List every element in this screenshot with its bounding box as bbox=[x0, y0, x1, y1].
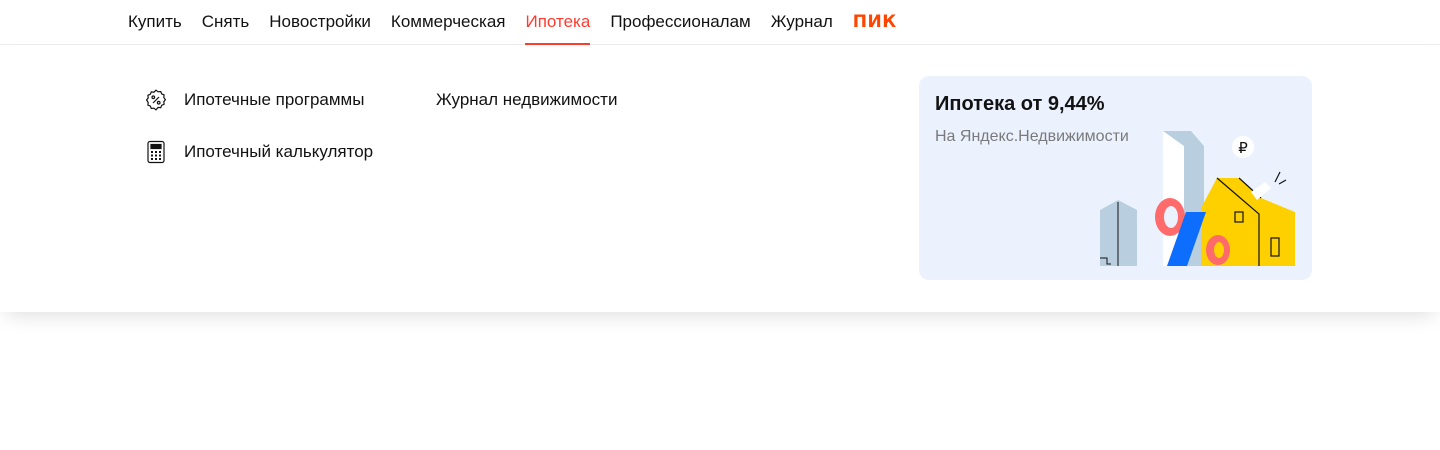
nav-item-pik-logo[interactable]: ПИК bbox=[853, 0, 897, 44]
nav-item-commercial[interactable]: Коммерческая bbox=[391, 0, 506, 44]
nav-item-mortgage[interactable]: Ипотека bbox=[525, 0, 590, 45]
menu-item-mortgage-programs[interactable]: Ипотечные программы bbox=[144, 74, 373, 126]
top-navigation: Купить Снять Новостройки Коммерческая Ип… bbox=[0, 0, 1440, 45]
menu-item-realty-journal[interactable]: Журнал недвижимости bbox=[436, 74, 617, 126]
houses-percent-illustration: ₽ bbox=[1089, 116, 1309, 271]
svg-text:₽: ₽ bbox=[1238, 139, 1248, 157]
nav-item-buy[interactable]: Купить bbox=[128, 0, 182, 44]
percent-badge-icon bbox=[144, 88, 168, 112]
calculator-icon bbox=[144, 140, 168, 164]
menu-item-mortgage-calculator[interactable]: Ипотечный калькулятор bbox=[144, 126, 373, 178]
nav-item-new-buildings[interactable]: Новостройки bbox=[269, 0, 371, 44]
nav-item-rent[interactable]: Снять bbox=[202, 0, 250, 44]
pik-logo-text: ПИК bbox=[852, 12, 897, 32]
mortgage-promo-card[interactable]: Ипотека от 9,44% На Яндекс.Недвижимости bbox=[919, 76, 1312, 280]
promo-title: Ипотека от 9,44% bbox=[935, 93, 1105, 115]
nav-item-journal[interactable]: Журнал bbox=[771, 0, 833, 44]
menu-item-label: Ипотечный калькулятор bbox=[184, 142, 374, 161]
menu-item-label: Ипотечные программы bbox=[184, 90, 365, 109]
menu-item-label: Журнал недвижимости bbox=[436, 90, 618, 109]
nav-item-professionals[interactable]: Профессионалам bbox=[610, 0, 750, 44]
nav-items: Купить Снять Новостройки Коммерческая Ип… bbox=[128, 0, 897, 45]
mortgage-dropdown-panel: Ипотечные программы Ипотечный калькулято… bbox=[0, 45, 1440, 312]
dropdown-column-secondary: Журнал недвижимости bbox=[436, 74, 617, 126]
dropdown-column-main: Ипотечные программы Ипотечный калькулято… bbox=[144, 74, 373, 178]
